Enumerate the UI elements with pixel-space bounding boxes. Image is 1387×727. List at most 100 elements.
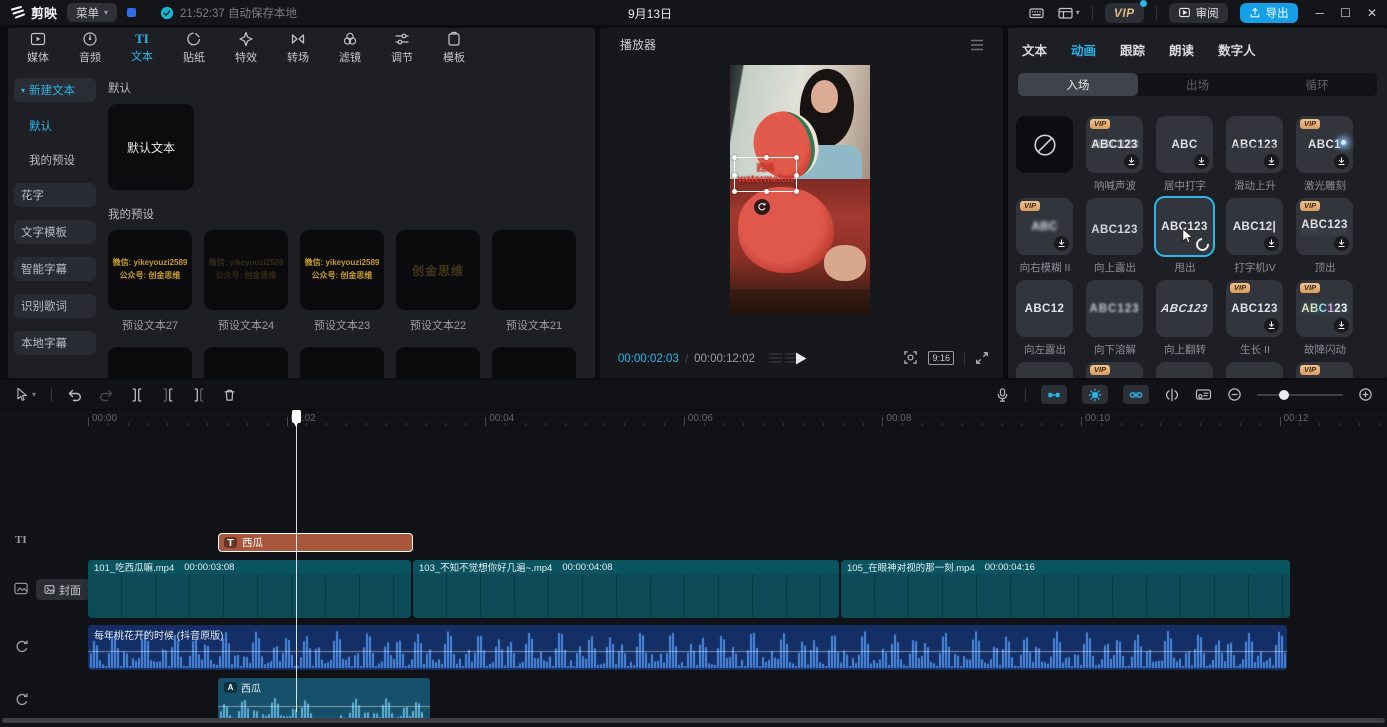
animation-item[interactable]: ABC12向左露出 [1016,280,1073,357]
zoom-out-icon[interactable] [1227,387,1242,402]
zoom-in-icon[interactable] [1358,387,1373,402]
main-track-magnet-toggle[interactable] [1041,385,1067,404]
redo-button[interactable] [98,387,114,403]
selection-handle[interactable] [764,189,769,194]
preset-thumbnail[interactable]: 一颗老柚子 [492,347,576,378]
animation-card[interactable]: ABC123VIP [1296,280,1353,337]
animation-item[interactable]: ABC123向上翻转 [1156,280,1213,357]
text-clip-watermelon[interactable]: T 西瓜 [218,533,413,552]
tab-media[interactable]: 媒体 [12,31,64,65]
adapt-timeline-icon[interactable] [1195,387,1212,402]
cover-button[interactable]: 封面 [36,579,89,600]
preset-card[interactable]: 微信: yikeyouzi2589 公众号: 创金思维预设文本24 [204,230,288,333]
selection-handle[interactable] [764,155,769,160]
preset-card[interactable]: 微信: yikeyouzi2589 公众号: 创金思维预设文本23 [300,230,384,333]
delete-button[interactable] [222,387,237,403]
animation-card[interactable]: ABC123VIP [1296,198,1353,255]
tab-digital-human[interactable]: 数字人 [1218,40,1256,59]
video-preview[interactable]: 西瓜 watermelon [730,65,870,315]
playhead[interactable] [292,410,301,712]
preset-thumbnail[interactable] [300,347,384,378]
sidebar-item-my-presets[interactable]: 我的预设 [22,150,96,170]
sidebar-group-new-text[interactable]: ▾新建文本 [14,78,96,102]
record-voiceover-button[interactable] [995,387,1010,403]
undo-button[interactable] [67,387,83,403]
subtab-out[interactable]: 出场 [1138,73,1258,96]
selection-handle[interactable] [794,189,799,194]
preset-card[interactable]: 微信: yikeyouzi2589 公众号: 创金思维预设文本27 [108,230,192,333]
video-clip-1[interactable]: 101_吃西瓜嘛.mp400:00:03:08 [88,560,411,618]
subtab-loop[interactable]: 循环 [1257,73,1377,96]
animation-item[interactable]: ABC123VIP生长 II [1226,280,1283,357]
animation-card[interactable]: ABC123VIP [1226,280,1283,337]
animation-item[interactable]: ABC123VIP顶出 [1296,198,1353,275]
tab-audio[interactable]: 音频 [64,31,116,65]
tab-text-props[interactable]: 文本 [1022,40,1047,59]
animation-card[interactable]: VIP [1296,362,1353,378]
animation-item[interactable] [1156,362,1213,378]
animation-card[interactable]: ABCVIP [1016,198,1073,255]
text-overlay-selection[interactable]: 西瓜 watermelon [734,157,797,192]
preset-card[interactable]: 解这个模式 [396,347,480,378]
animation-card[interactable]: VIP [1086,362,1143,378]
selection-handle[interactable] [794,155,799,160]
tab-text[interactable]: TI文本 [116,32,168,64]
video-clip-3[interactable]: 105_在眼神对视的那一刻.mp400:00:04:16 [841,560,1290,618]
fullscreen-icon[interactable] [975,351,989,365]
animation-card[interactable]: ABC123VIP [1086,116,1143,173]
download-icon[interactable] [1334,236,1349,251]
animation-card[interactable]: ABC12 [1016,280,1073,337]
zoom-slider-knob[interactable] [1279,390,1289,400]
selection-handle[interactable] [794,173,799,178]
preset-card[interactable] [300,347,384,378]
vip-button[interactable]: VIP [1105,3,1144,23]
preset-thumbnail[interactable]: 微信: yikeyouzi2589 公众号: 创金思维 [300,230,384,310]
animation-none-card[interactable] [1016,116,1073,173]
download-icon[interactable] [1194,154,1209,169]
animation-item[interactable]: ABC12|打字机IV [1226,198,1283,275]
animation-card[interactable]: ABC12| [1226,198,1283,255]
preview-axis-toggle[interactable] [1164,387,1180,403]
animation-item[interactable]: ABCVIP向右模糊 II [1016,198,1073,275]
preset-thumbnail[interactable] [204,347,288,378]
tab-text-to-speech[interactable]: 朗读 [1169,40,1194,59]
tab-filter[interactable]: 滤镜 [324,31,376,65]
linkage-toggle[interactable] [1123,385,1149,404]
tab-tracking[interactable]: 跟踪 [1120,40,1145,59]
animation-item[interactable]: ABC123VIP故障闪动 [1296,280,1353,357]
animation-item[interactable]: VIP [1296,362,1353,378]
minimize-button[interactable]: ─ [1316,6,1325,20]
preset-card[interactable]: 创金思维预设文本22 [396,230,480,333]
video-clip-2[interactable]: 103_不知不觉想你好几遍~.mp400:00:04:08 [413,560,839,618]
timeline-ruler[interactable]: 00:0000:0200:0400:0600:0800:1000:12 [0,409,1387,430]
download-icon[interactable] [1334,154,1349,169]
sidebar-item-default[interactable]: 默认 [22,116,96,136]
animation-card[interactable]: ABC123 [1086,280,1143,337]
tab-transition[interactable]: 转场 [272,31,324,65]
animation-card[interactable]: ABC [1156,116,1213,173]
player-menu-icon[interactable] [969,38,985,52]
audio-clip-music[interactable]: 每年桃花开的时候 (抖音原版) [88,625,1287,670]
delete-right-tool[interactable] [191,387,207,403]
animation-item[interactable]: ABC1VIP激光雕刻 [1296,116,1353,193]
select-tool[interactable]: ▾ [14,387,36,403]
default-text-card[interactable]: 默认文本 [108,104,194,190]
sidebar-item-auto-captions[interactable]: 智能字幕 [14,257,96,281]
timeline-zoom-slider[interactable] [1257,394,1343,396]
animation-item[interactable] [1226,362,1283,378]
animation-card[interactable] [1226,362,1283,378]
animation-card[interactable]: ABC123 [1086,198,1143,255]
animation-card[interactable] [1016,362,1073,378]
review-button[interactable]: 审阅 [1169,3,1228,23]
animation-card[interactable]: ABC1VIP [1296,116,1353,173]
download-icon[interactable] [1334,318,1349,333]
close-button[interactable]: ✕ [1367,6,1377,20]
tab-adjust[interactable]: 调节 [376,31,428,65]
tab-animation[interactable]: 动画 [1071,40,1096,59]
auto-snap-toggle[interactable] [1082,385,1108,404]
preset-thumbnail[interactable]: 解这个模式 [396,347,480,378]
timeline-scrollbar[interactable] [2,718,1385,723]
preview-quality-icon[interactable] [903,350,918,365]
animation-card[interactable]: ABC123 [1156,198,1213,255]
animation-card[interactable] [1156,362,1213,378]
